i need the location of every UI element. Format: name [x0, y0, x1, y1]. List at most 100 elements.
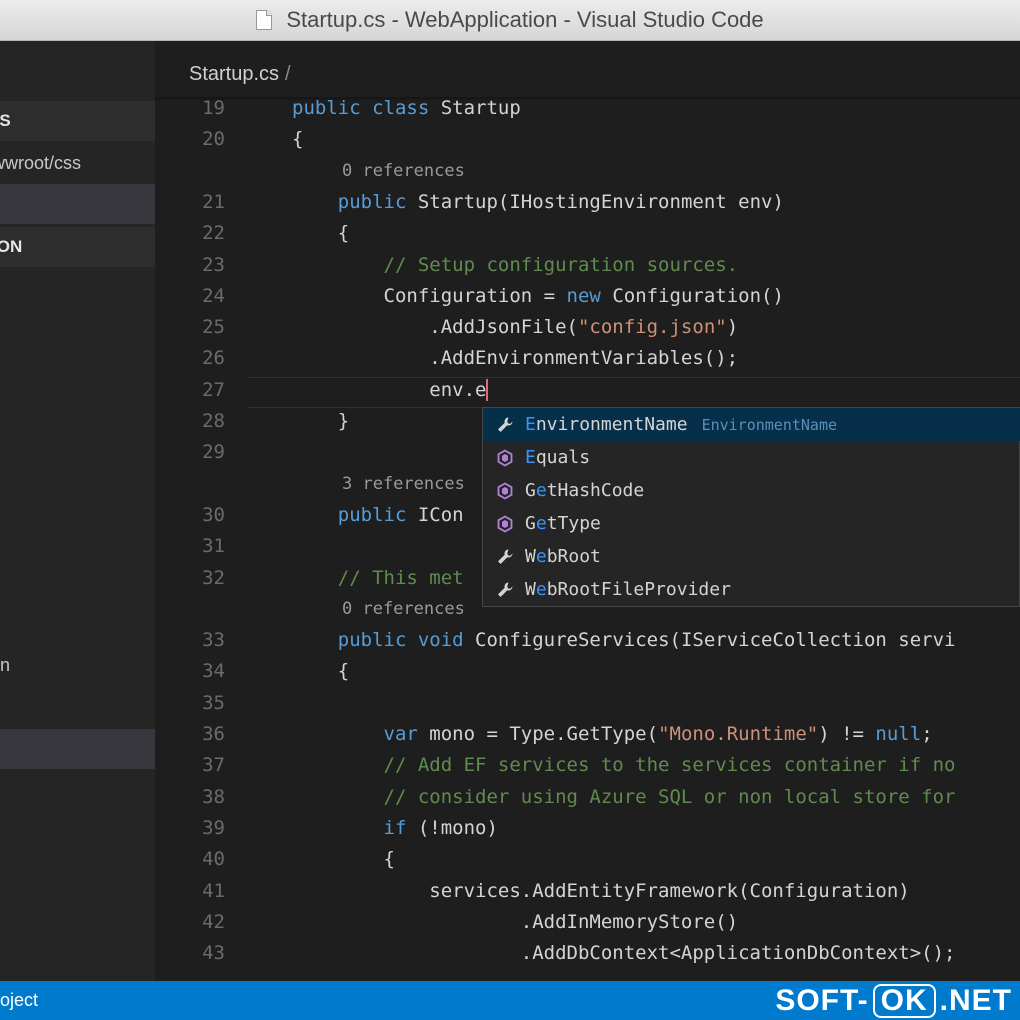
- references-count[interactable]: 0 references: [342, 594, 465, 625]
- code-token: if: [383, 816, 418, 839]
- code-text: {: [292, 124, 303, 155]
- code-text: Configuration = new Configuration(): [292, 281, 784, 312]
- explorer-sidebar: ES wwroot/css ION n: [0, 41, 155, 981]
- breadcrumb[interactable]: Startup.cs /: [189, 63, 291, 86]
- code-text: if (!mono): [292, 813, 498, 844]
- code-token: .AddJsonFile(: [292, 316, 578, 339]
- sidebar-row-label: n: [0, 655, 11, 675]
- code-token: var: [383, 723, 430, 745]
- sidebar-row[interactable]: ION: [0, 227, 155, 267]
- code-token: }: [292, 410, 350, 432]
- code-text: public void ConfigureServices(IServiceCo…: [292, 625, 956, 656]
- code-text: {: [292, 218, 349, 249]
- text-cursor: [486, 379, 489, 402]
- suggestion-item[interactable]: WebRootFileProvider: [483, 573, 1020, 606]
- code-token: "Mono.Runtime": [658, 723, 819, 745]
- code-token: // consider using Azure SQL or non local…: [383, 785, 956, 808]
- code-line: 41 services.AddEntityFramework(Configura…: [155, 876, 1020, 907]
- sidebar-row[interactable]: wwroot/css: [0, 143, 155, 183]
- code-text: }: [292, 406, 349, 437]
- suggestion-label: GetType: [525, 513, 601, 534]
- code-line: 37 // Add EF services to the services co…: [155, 750, 1020, 781]
- watermark-logo: SOFT- OK .NET: [775, 981, 1012, 1020]
- suggestion-item[interactable]: GetHashCode: [483, 474, 1020, 507]
- code-token: {: [292, 848, 395, 871]
- code-line: 34 {: [155, 656, 1020, 687]
- method-icon: [495, 481, 515, 501]
- code-text: var mono = Type.GetType("Mono.Runtime") …: [292, 719, 933, 750]
- code-line: 42 .AddInMemoryStore(): [155, 907, 1020, 938]
- line-number: 40: [202, 848, 225, 871]
- code-text: // Setup configuration sources.: [292, 250, 739, 281]
- code-editor[interactable]: Startup.cs / 19 public class Startup 20 {0 r…: [155, 41, 1020, 981]
- line-number: 43: [202, 942, 225, 965]
- suggestion-item[interactable]: EnvironmentName EnvironmentName: [483, 408, 1020, 441]
- sidebar-row[interactable]: [0, 729, 155, 769]
- references-count[interactable]: 3 references: [342, 469, 465, 500]
- watermark-part-2: OK: [872, 983, 936, 1018]
- window-titlebar: Startup.cs - WebApplication - Visual Stu…: [0, 0, 1020, 41]
- line-number: 22: [202, 222, 225, 245]
- document-icon: [256, 10, 273, 30]
- suggestion-label: WebRoot: [525, 546, 601, 567]
- suggestion-item[interactable]: WebRoot: [483, 540, 1020, 573]
- suggestion-item[interactable]: GetType: [483, 507, 1020, 540]
- breadcrumb-file[interactable]: Startup.cs: [189, 63, 279, 85]
- code-text: env.e: [292, 375, 489, 406]
- code-text: .AddEnvironmentVariables();: [292, 343, 738, 374]
- code-token: ): [726, 316, 739, 339]
- line-number: 34: [202, 660, 225, 683]
- code-line: 21 public Startup(IHostingEnvironment en…: [155, 187, 1020, 218]
- sidebar-row[interactable]: [0, 184, 155, 224]
- code-token: .AddDbContext<ApplicationDbContext>();: [292, 942, 956, 965]
- sidebar-row[interactable]: ES: [0, 101, 155, 141]
- code-lens[interactable]: 0 references: [155, 156, 1020, 187]
- code-text: {: [292, 656, 349, 687]
- line-number: 26: [202, 347, 225, 370]
- code-line: 22 {: [155, 218, 1020, 249]
- code-token: public: [337, 503, 418, 526]
- code-line: 27 env.e: [155, 375, 1020, 406]
- watermark-part-1: SOFT-: [775, 984, 869, 1017]
- line-number: 21: [202, 190, 225, 213]
- suggestion-widget[interactable]: EnvironmentName EnvironmentName Equals GetH…: [482, 407, 1020, 607]
- code-token: services.AddEntityFramework(Configuratio…: [292, 879, 910, 902]
- suggestion-label: Equals: [525, 447, 591, 468]
- line-number: 38: [202, 785, 225, 808]
- line-number: 41: [202, 879, 225, 902]
- code-token: .AddInMemoryStore(): [292, 910, 739, 933]
- code-text: // consider using Azure SQL or non local…: [292, 782, 956, 813]
- line-number: 30: [202, 503, 225, 526]
- line-number: 28: [202, 410, 225, 432]
- code-line: 19 public class Startup: [155, 93, 1020, 124]
- status-project[interactable]: oject: [0, 981, 38, 1020]
- line-number: 32: [202, 566, 225, 589]
- line-number: 42: [202, 910, 225, 933]
- code-token: {: [292, 128, 304, 151]
- line-number: 19: [202, 97, 225, 119]
- code-token: "config.json": [577, 316, 727, 339]
- code-token: ICon: [417, 503, 464, 526]
- line-number: 37: [202, 754, 225, 777]
- code-token: Startup: [440, 97, 521, 119]
- code-token: Configuration =: [292, 284, 567, 307]
- sidebar-row-label: wwroot/css: [0, 153, 82, 173]
- code-line: 38 // consider using Azure SQL or non lo…: [155, 782, 1020, 813]
- wrench-icon: [495, 547, 515, 567]
- code-token: public class: [292, 97, 441, 119]
- line-number: 31: [202, 535, 225, 558]
- references-count[interactable]: 0 references: [342, 156, 465, 187]
- code-line: 23 // Setup configuration sources.: [155, 250, 1020, 281]
- line-number: 25: [202, 316, 225, 339]
- code-token: Configuration(): [612, 284, 784, 307]
- sidebar-row[interactable]: n: [0, 645, 155, 685]
- code-text: .AddInMemoryStore(): [292, 907, 738, 938]
- suggestion-item[interactable]: Equals: [483, 441, 1020, 474]
